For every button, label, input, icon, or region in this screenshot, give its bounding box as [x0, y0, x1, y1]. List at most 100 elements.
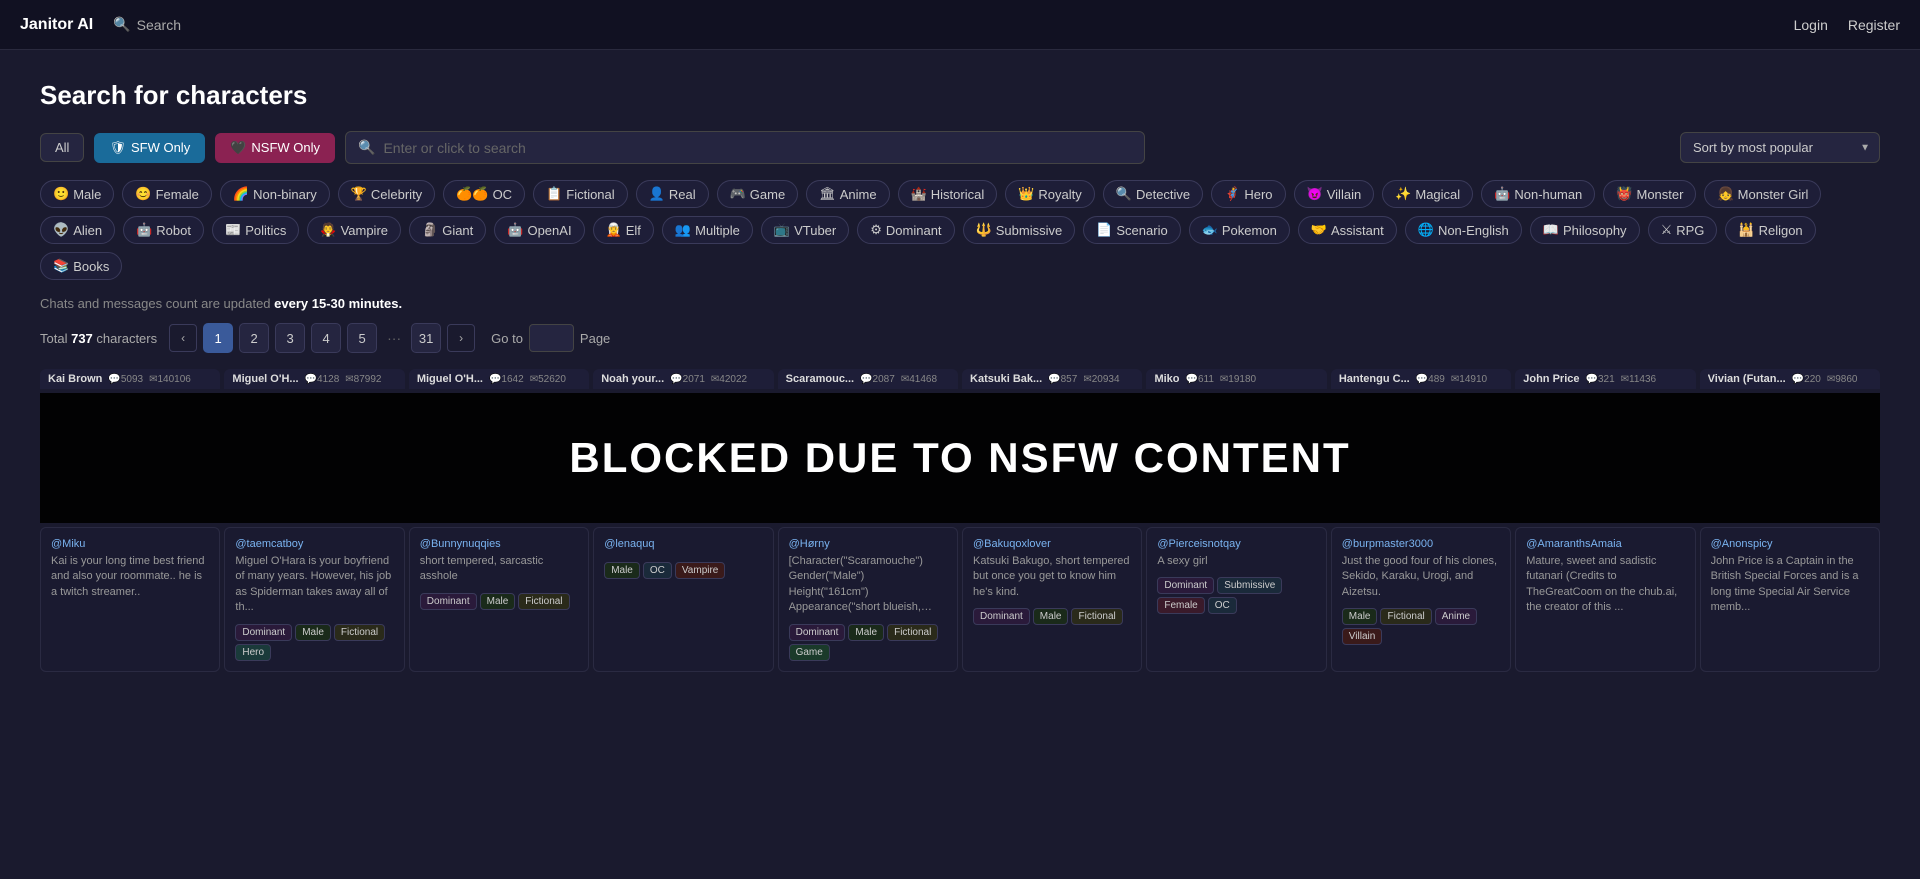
category-tag-detective[interactable]: 🔍Detective	[1103, 180, 1203, 208]
category-tag-multiple[interactable]: 👥Multiple	[662, 216, 753, 244]
category-tag-scenario[interactable]: 📄Scenario	[1083, 216, 1181, 244]
goto-label: Go to	[491, 331, 523, 346]
chat-icon: 💬857	[1048, 374, 1077, 385]
cat-label: Real	[669, 187, 696, 202]
page-btn-2[interactable]: 2	[239, 323, 269, 353]
category-tag-royalty[interactable]: 👑Royalty	[1005, 180, 1095, 208]
category-tag-philosophy[interactable]: 📖Philosophy	[1530, 216, 1640, 244]
chars-label: characters	[96, 331, 157, 346]
category-tag-rpg[interactable]: ⚔RPG	[1648, 216, 1718, 244]
category-tag-anime[interactable]: 🏛Anime	[806, 180, 889, 208]
cat-label: Monster	[1636, 187, 1683, 202]
char-card[interactable]: @AmaranthsAmaia Mature, sweet and sadist…	[1515, 527, 1695, 672]
category-tag-monster-girl[interactable]: 👧Monster Girl	[1704, 180, 1821, 208]
char-desc: Just the good four of his clones, Sekido…	[1342, 554, 1500, 600]
char-tag: Fictional	[1380, 608, 1431, 625]
goto-input[interactable]	[529, 324, 574, 352]
strip-char-4[interactable]: Scaramouc... 💬2087 ✉41468	[778, 369, 958, 389]
category-tag-celebrity[interactable]: 🏆Celebrity	[338, 180, 435, 208]
cat-emoji: 📺	[774, 222, 790, 238]
char-tag: Male	[295, 624, 331, 641]
page-btn-3[interactable]: 3	[275, 323, 305, 353]
category-tag-giant[interactable]: 🗿Giant	[409, 216, 486, 244]
category-tag-fictional[interactable]: 📋Fictional	[533, 180, 628, 208]
char-card[interactable]: @Bunnynuqqies short tempered, sarcastic …	[409, 527, 589, 672]
char-card[interactable]: @burpmaster3000 Just the good four of hi…	[1331, 527, 1511, 672]
category-tag-religon[interactable]: 🕌Religon	[1725, 216, 1815, 244]
cat-emoji: 🌈	[233, 186, 249, 202]
page-btn-4[interactable]: 4	[311, 323, 341, 353]
register-link[interactable]: Register	[1848, 17, 1900, 33]
header-search-trigger[interactable]: 🔍 Search	[113, 16, 181, 33]
category-tag-non-binary[interactable]: 🌈Non-binary	[220, 180, 330, 208]
category-tag-historical[interactable]: 🏰Historical	[898, 180, 998, 208]
char-card[interactable]: @lenaquq MaleOCVampire	[593, 527, 773, 672]
sort-select[interactable]: Sort by most popular	[1680, 132, 1880, 163]
strip-char-5[interactable]: Katsuki Bak... 💬857 ✉20934	[962, 369, 1142, 389]
msg-icon: ✉87992	[345, 374, 381, 385]
category-tag-villain[interactable]: 😈Villain	[1294, 180, 1375, 208]
strip-char-9[interactable]: Vivian (Futan... 💬220 ✉9860	[1700, 369, 1880, 389]
page-btn-5[interactable]: 5	[347, 323, 377, 353]
category-tag-oc[interactable]: 🍊🍊OC	[443, 180, 525, 208]
strip-char-8[interactable]: John Price 💬321 ✉11436	[1515, 369, 1695, 389]
category-tag-non-human[interactable]: 🤖Non-human	[1481, 180, 1595, 208]
category-tag-books[interactable]: 📚Books	[40, 252, 122, 280]
chat-icon: 💬321	[1586, 374, 1615, 385]
category-tag-female[interactable]: 😊Female	[122, 180, 212, 208]
cat-label: Religon	[1759, 223, 1803, 238]
filter-sfw-btn[interactable]: 🛡 SFW Only	[94, 133, 205, 163]
cat-label: Male	[73, 187, 101, 202]
category-tag-male[interactable]: 🙂Male	[40, 180, 114, 208]
page-btn-last[interactable]: 31	[411, 323, 441, 353]
category-tag-game[interactable]: 🎮Game	[717, 180, 799, 208]
category-tag-magical[interactable]: ✨Magical	[1382, 180, 1473, 208]
filter-all-btn[interactable]: All	[40, 133, 84, 162]
strip-char-7[interactable]: Hantengu C... 💬489 ✉14910	[1331, 369, 1511, 389]
category-tag-vampire[interactable]: 🧛Vampire	[307, 216, 401, 244]
char-card[interactable]: @Anonspicy John Price is a Captain in th…	[1700, 527, 1880, 672]
cat-label: Hero	[1244, 187, 1272, 202]
char-author: @Bunnynuqqies	[420, 538, 578, 550]
category-tag-hero[interactable]: 🦸Hero	[1211, 180, 1285, 208]
next-page-btn[interactable]: ›	[447, 324, 475, 352]
category-tag-alien[interactable]: 👽Alien	[40, 216, 115, 244]
strip-char-2[interactable]: Miguel O'H... 💬1642 ✉52620	[409, 369, 589, 389]
strip-char-6[interactable]: Miko 💬611 ✉19180	[1146, 369, 1326, 389]
category-tag-real[interactable]: 👤Real	[636, 180, 709, 208]
total-count: 737	[71, 331, 93, 346]
char-card[interactable]: @Bakuqoxlover Katsuki Bakugo, short temp…	[962, 527, 1142, 672]
cat-label: Robot	[156, 223, 191, 238]
category-tag-dominant[interactable]: ⚙Dominant	[857, 216, 954, 244]
char-card[interactable]: @taemcatboy Miguel O'Hara is your boyfri…	[224, 527, 404, 672]
category-tag-pokemon[interactable]: 🐟Pokemon	[1189, 216, 1290, 244]
category-tag-openai[interactable]: 🤖OpenAI	[494, 216, 584, 244]
blocked-banner: BLOCKED DUE TO NSFW CONTENT	[40, 393, 1880, 523]
char-card[interactable]: @Miku Kai is your long time best friend …	[40, 527, 220, 672]
category-tag-non-english[interactable]: 🌐Non-English	[1405, 216, 1522, 244]
strip-char-name: Vivian (Futan...	[1708, 373, 1786, 385]
category-tag-submissive[interactable]: 🔱Submissive	[963, 216, 1076, 244]
category-tag-robot[interactable]: 🤖Robot	[123, 216, 204, 244]
strip-char-1[interactable]: Miguel O'H... 💬4128 ✉87992	[224, 369, 404, 389]
cat-emoji: 😊	[135, 186, 151, 202]
cat-label: Philosophy	[1563, 223, 1627, 238]
category-tag-elf[interactable]: 🧝Elf	[593, 216, 654, 244]
category-tag-monster[interactable]: 👹Monster	[1603, 180, 1696, 208]
category-tag-vtuber[interactable]: 📺VTuber	[761, 216, 849, 244]
search-icon: 🔍	[113, 16, 130, 33]
category-tag-politics[interactable]: 📰Politics	[212, 216, 299, 244]
char-card[interactable]: @Pierceisnotqay A sexy girl DominantSubm…	[1146, 527, 1326, 672]
prev-page-btn[interactable]: ‹	[169, 324, 197, 352]
strip-char-0[interactable]: Kai Brown 💬5093 ✉140106	[40, 369, 220, 389]
category-tag-assistant[interactable]: 🤝Assistant	[1298, 216, 1397, 244]
filter-nsfw-btn[interactable]: 🖤 NSFW Only	[215, 133, 335, 163]
char-card[interactable]: @Hørny [Character("Scaramouche") Gender(…	[778, 527, 958, 672]
search-bar[interactable]: 🔍 Enter or click to search	[345, 131, 1145, 164]
strip-char-3[interactable]: Noah your... 💬2071 ✉42022	[593, 369, 773, 389]
strip-char-name: Miko	[1154, 373, 1179, 385]
cat-label: Alien	[73, 223, 102, 238]
login-link[interactable]: Login	[1794, 17, 1828, 33]
page-btn-1[interactable]: 1	[203, 323, 233, 353]
char-tag: Villain	[1342, 628, 1383, 645]
